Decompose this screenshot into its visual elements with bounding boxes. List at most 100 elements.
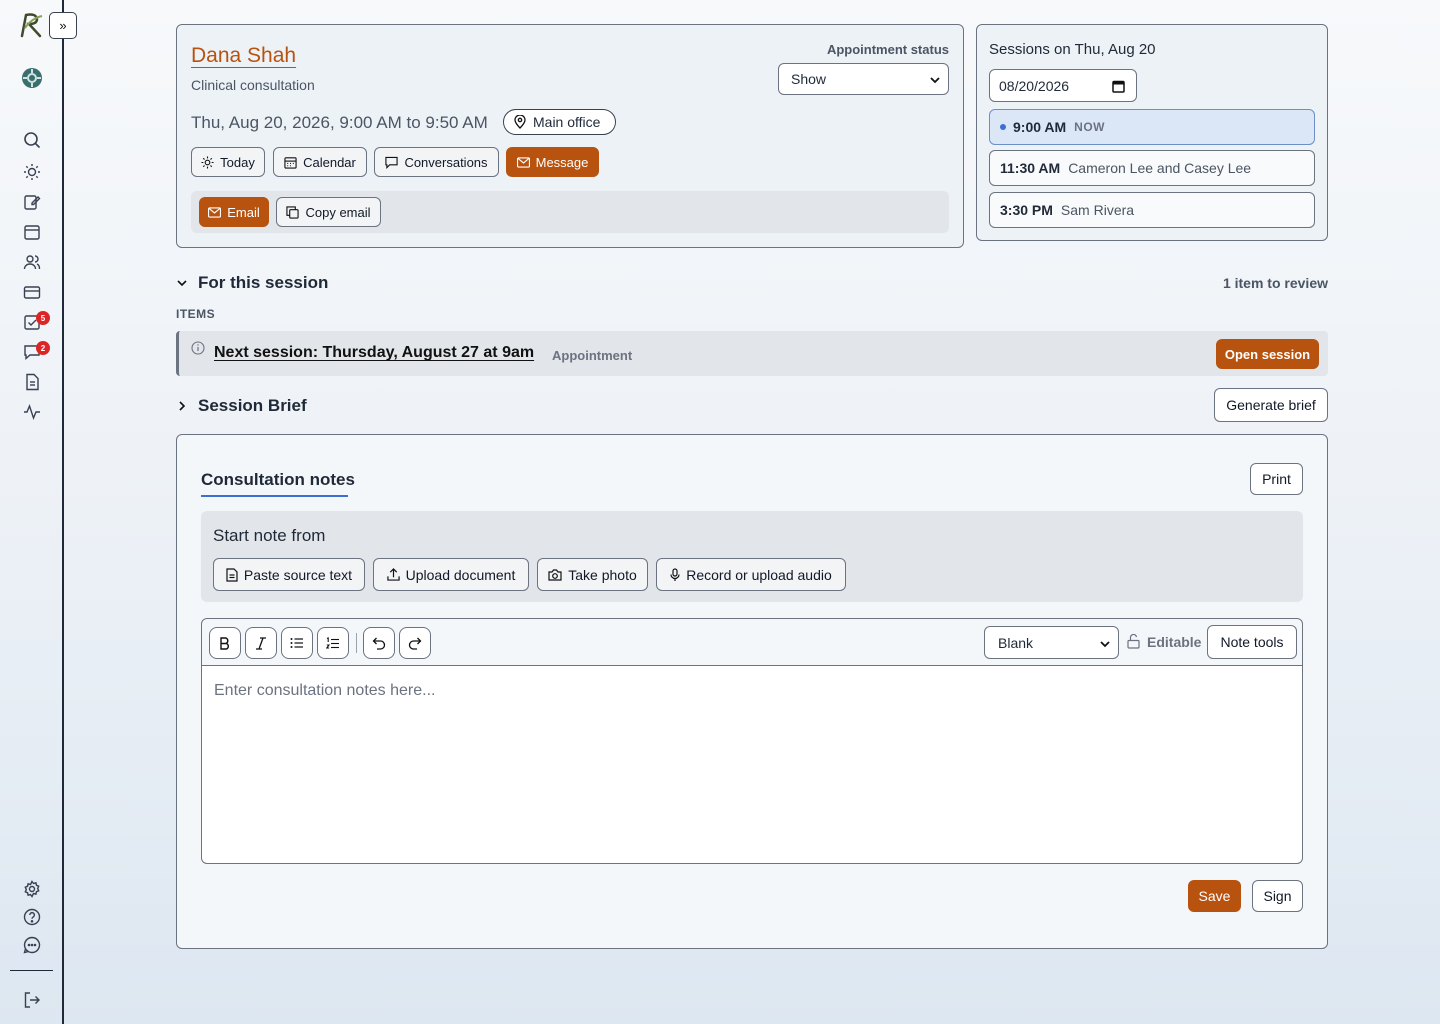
messages-count-badge: 2 xyxy=(36,341,50,355)
session-slot[interactable]: 11:30 AM Cameron Lee and Casey Lee xyxy=(989,150,1315,186)
location-chip[interactable]: Main office xyxy=(503,109,616,135)
camera-icon xyxy=(548,568,562,581)
now-dot xyxy=(1000,124,1006,130)
generate-brief-button[interactable]: Generate brief xyxy=(1214,388,1328,422)
copy-email-button[interactable]: Copy email xyxy=(276,197,381,227)
session-slot[interactable]: 3:30 PM Sam Rivera xyxy=(989,192,1315,228)
italic-button[interactable] xyxy=(245,627,277,659)
conversations-label: Conversations xyxy=(404,154,488,170)
start-note-heading: Start note from xyxy=(213,526,326,545)
sidebar: » 5 2 xyxy=(0,0,77,1024)
calendar-icon[interactable] xyxy=(23,223,41,241)
email-label: Email xyxy=(227,204,260,220)
numbered-list-button[interactable] xyxy=(317,627,349,659)
note-tools-button[interactable]: Note tools xyxy=(1207,625,1297,659)
today-button[interactable]: Today xyxy=(191,147,265,177)
slot-now-label: NOW xyxy=(1074,120,1105,134)
sidebar-toggle-button[interactable]: » xyxy=(49,12,77,39)
upload-document-label: Upload document xyxy=(405,566,516,583)
document-icon[interactable] xyxy=(23,373,41,391)
unlock-icon xyxy=(1127,634,1140,649)
calendar-icon xyxy=(1112,80,1125,93)
email-actions-bar: Email Copy email xyxy=(191,191,949,233)
today-label: Today xyxy=(220,154,255,170)
template-select-value: Blank xyxy=(998,634,1034,651)
review-item-row: Next session: Thursday, August 27 at 9am… xyxy=(176,331,1328,376)
save-button[interactable]: Save xyxy=(1188,880,1241,912)
copy-icon xyxy=(286,205,300,219)
upload-document-button[interactable]: Upload document xyxy=(373,558,529,591)
sun-icon[interactable] xyxy=(23,163,41,181)
next-session-link[interactable]: Next session: Thursday, August 27 at 9am xyxy=(214,344,534,362)
feedback-chat-icon[interactable] xyxy=(23,936,41,954)
redo-button[interactable] xyxy=(399,627,431,659)
settings-icon[interactable] xyxy=(23,880,41,898)
appointment-datetime: Thu, Aug 20, 2026, 9:00 AM to 9:50 AM xyxy=(191,113,488,132)
template-select[interactable]: Blank xyxy=(984,626,1119,659)
sessions-card: Sessions on Thu, Aug 20 08/20/2026 9:00 … xyxy=(976,24,1328,241)
message-button[interactable]: Message xyxy=(506,147,599,177)
sessions-title: Sessions on Thu, Aug 20 xyxy=(989,41,1156,58)
session-brief-heading: Session Brief xyxy=(198,396,307,415)
app-logo[interactable] xyxy=(18,12,44,38)
clients-icon[interactable] xyxy=(23,253,41,271)
conversations-button[interactable]: Conversations xyxy=(374,147,499,177)
paste-source-button[interactable]: Paste source text xyxy=(213,558,365,591)
upload-icon xyxy=(386,568,400,581)
activity-icon[interactable] xyxy=(23,403,41,421)
toolbar-divider xyxy=(356,633,357,653)
appointment-card: Dana Shah Clinical consultation Appointm… xyxy=(176,24,964,248)
workspace-gear-icon[interactable] xyxy=(20,66,44,90)
slot-time: 11:30 AM xyxy=(1000,160,1061,176)
chevron-right-icon xyxy=(179,401,186,411)
session-brief-toggle[interactable]: Session Brief xyxy=(176,395,316,417)
chevron-down-icon xyxy=(1100,641,1110,648)
editor-toolbar: Blank Editable Note tools xyxy=(202,619,1302,666)
sign-button[interactable]: Sign xyxy=(1252,880,1303,912)
chevron-down-icon xyxy=(177,280,187,287)
for-session-heading: For this session xyxy=(198,273,329,292)
copy-email-label: Copy email xyxy=(305,204,371,220)
record-audio-button[interactable]: Record or upload audio xyxy=(656,558,846,591)
notes-textarea[interactable]: Enter consultation notes here... xyxy=(202,667,1302,864)
slot-time: 9:00 AM xyxy=(1013,119,1067,135)
calendar-button[interactable]: Calendar xyxy=(273,147,367,177)
logout-icon[interactable] xyxy=(23,991,41,1009)
session-date-input[interactable]: 08/20/2026 xyxy=(989,69,1137,102)
notes-card: Consultation notes Print Start note from… xyxy=(176,434,1328,949)
search-icon[interactable] xyxy=(23,131,41,149)
tab-consultation-notes[interactable]: Consultation notes xyxy=(201,470,355,490)
items-label: ITEMS xyxy=(176,307,216,321)
billing-card-icon[interactable] xyxy=(23,283,41,301)
undo-button[interactable] xyxy=(363,627,395,659)
for-session-toggle[interactable]: For this session xyxy=(176,272,336,294)
appointment-status-label: Appointment status xyxy=(826,42,949,57)
open-session-button[interactable]: Open session xyxy=(1216,339,1319,369)
take-photo-label: Take photo xyxy=(568,566,637,583)
tasks-count-badge: 5 xyxy=(36,311,50,325)
note-editor: Blank Editable Note tools Enter consulta… xyxy=(201,618,1303,864)
client-name-link[interactable]: Dana Shah xyxy=(191,44,296,68)
bullet-list-button[interactable] xyxy=(281,627,313,659)
numbered-list-icon xyxy=(326,636,339,649)
calendar-label: Calendar xyxy=(303,154,356,170)
session-date-value: 08/20/2026 xyxy=(999,77,1070,94)
bullet-list-icon xyxy=(290,638,303,648)
email-button[interactable]: Email xyxy=(199,197,269,227)
mail-icon xyxy=(208,206,222,218)
location-label: Main office xyxy=(533,114,601,130)
bold-button[interactable] xyxy=(209,627,241,659)
redo-icon xyxy=(408,637,422,650)
appointment-status-select[interactable]: Show xyxy=(778,63,949,95)
status-select-value: Show xyxy=(791,71,827,87)
print-button[interactable]: Print xyxy=(1250,463,1303,495)
take-photo-button[interactable]: Take photo xyxy=(537,558,648,591)
session-slot-current[interactable]: 9:00 AM NOW xyxy=(989,109,1315,145)
undo-icon xyxy=(372,637,386,650)
help-icon[interactable] xyxy=(23,908,41,926)
microphone-icon xyxy=(670,567,680,581)
slot-client: Cameron Lee and Casey Lee xyxy=(1068,160,1252,176)
slot-time: 3:30 PM xyxy=(1000,202,1053,218)
edit-note-icon[interactable] xyxy=(23,193,41,211)
start-note-panel: Start note from Paste source text Upload… xyxy=(201,511,1303,602)
